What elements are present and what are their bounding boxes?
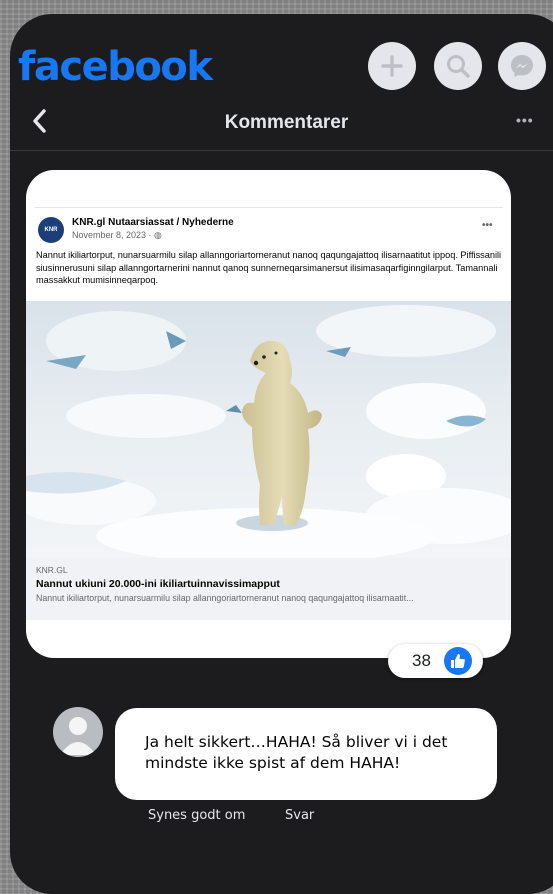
avatar[interactable]	[53, 707, 103, 757]
link-domain: KNR.GL	[36, 565, 68, 575]
post-date-text: November 8, 2023 ·	[72, 230, 155, 240]
source-name: KNR.gl Nutaarsiassat / Nyhederne	[72, 217, 234, 228]
reply-button[interactable]: Svar	[285, 808, 314, 823]
shared-post-screenshot[interactable]: KNR KNR.gl Nutaarsiassat / Nyhederne Nov…	[26, 170, 511, 658]
more-options-icon[interactable]: •••	[516, 112, 534, 128]
reaction-count: 38	[412, 651, 431, 670]
like-comment-button[interactable]: Synes godt om	[148, 808, 245, 823]
facebook-logo[interactable]: facebook	[18, 44, 213, 90]
post-more-icon: •••	[482, 220, 493, 231]
polar-bear-photo: i	[26, 301, 511, 558]
messenger-button[interactable]	[498, 42, 546, 90]
messenger-icon	[511, 55, 533, 77]
like-icon	[444, 647, 472, 675]
comment-text: Ja helt sikkert…HAHA! Så bliver vi i det…	[145, 733, 448, 772]
search-icon	[447, 55, 470, 78]
create-button[interactable]	[368, 42, 416, 90]
screenshot-top-divider	[34, 207, 503, 208]
header-divider	[10, 150, 553, 151]
link-preview[interactable]: KNR.GL Nannut ukiuni 20.000-ini ikiliart…	[26, 558, 511, 620]
globe-icon: ◍	[154, 230, 162, 240]
search-button[interactable]	[434, 42, 482, 90]
comment-bubble[interactable]: Ja helt sikkert…HAHA! Så bliver vi i det…	[115, 708, 497, 800]
post-text: Nannut ikiliartorput, nunarsuarmilu sila…	[36, 250, 502, 285]
page-title: Kommentarer	[224, 112, 349, 133]
link-title: Nannut ukiuni 20.000-ini ikiliartuinnavi…	[36, 578, 280, 590]
plus-icon	[381, 55, 403, 77]
reaction-summary[interactable]: 38	[388, 644, 483, 678]
link-subtitle: Nannut ikiliartorput, nunarsuarmilu sila…	[36, 593, 414, 603]
source-avatar: KNR	[38, 217, 64, 243]
post-date: November 8, 2023 · ◍	[72, 230, 162, 241]
